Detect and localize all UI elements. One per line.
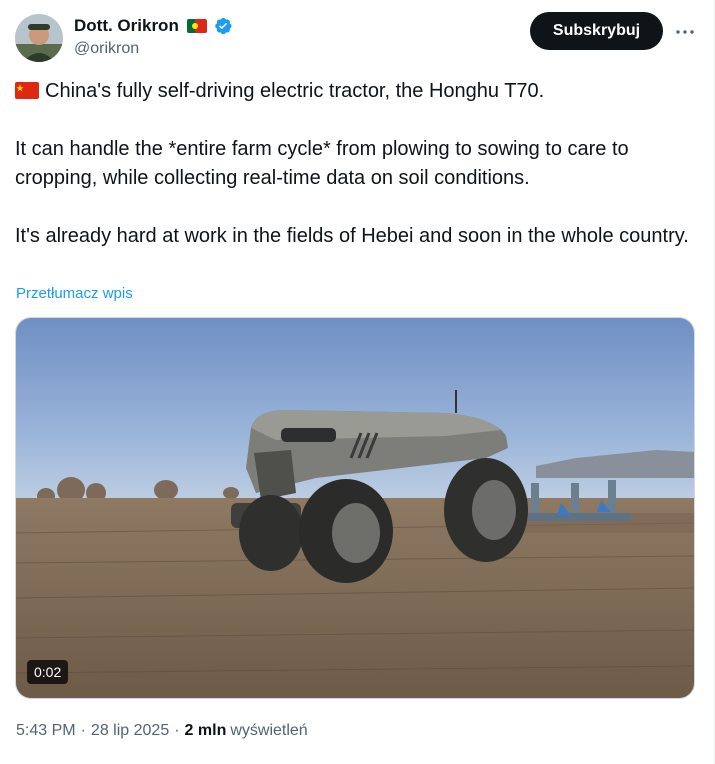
profile-photo [15, 14, 63, 62]
tweet-line-1-text: China's fully self-driving electric trac… [45, 80, 545, 102]
subscribe-button[interactable]: Subskrybuj [530, 12, 663, 50]
meta-separator: · [80, 722, 86, 739]
flag-china-icon [15, 79, 39, 99]
tweet-text: China's fully self-driving electric trac… [15, 77, 695, 251]
tweet-date[interactable]: 28 lip 2025 [91, 722, 169, 740]
views-count[interactable]: 2 mln [185, 722, 227, 740]
tweet-time[interactable]: 5:43 PM [16, 722, 76, 740]
ellipsis-icon[interactable] [673, 20, 697, 44]
tweet-header: Dott. Orikron @orikron Subskrybuj [15, 12, 698, 64]
video-thumbnail [16, 318, 694, 698]
meta-separator: · [174, 722, 180, 739]
verified-badge-icon [213, 16, 233, 36]
tweet-line-1: China's fully self-driving electric trac… [15, 77, 695, 106]
avatar[interactable] [15, 14, 63, 62]
name-row: Dott. Orikron [74, 16, 233, 36]
tweet-paragraph-3: It's already hard at work in the fields … [15, 225, 689, 247]
video-player[interactable]: 0:02 [15, 317, 695, 699]
user-handle[interactable]: @orikron [74, 40, 139, 58]
flag-portugal-icon [186, 19, 207, 33]
video-duration-badge: 0:02 [27, 660, 69, 684]
translate-link[interactable]: Przetłumacz wpis [16, 285, 133, 302]
views-label[interactable]: wyświetleń [230, 722, 307, 740]
display-name[interactable]: Dott. Orikron [74, 16, 179, 36]
tweet-paragraph-2: It can handle the *entire farm cycle* fr… [15, 138, 629, 189]
tweet-meta: 5:43 PM · 28 lip 2025 · 2 mln wyświetleń [16, 722, 308, 740]
